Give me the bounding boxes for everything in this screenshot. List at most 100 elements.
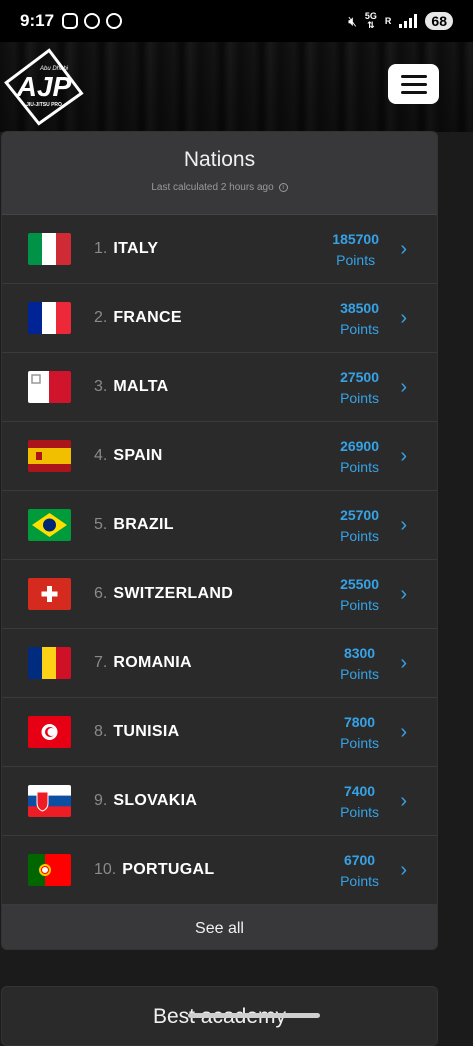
flag-spain-icon	[28, 440, 71, 472]
network-indicator: 5G ⇅	[364, 11, 377, 30]
points-label: Points	[340, 665, 379, 682]
site-header: AJP Abu Dhabi JIU-JITSU PRO	[0, 42, 473, 132]
nation-rank: 4.	[94, 447, 108, 464]
points-value: 8300	[343, 644, 376, 661]
nation-row[interactable]: 10. PORTUGAL 6700 Points ›	[2, 836, 437, 905]
points-label: Points	[340, 389, 379, 406]
nation-name: TUNISIA	[113, 723, 180, 740]
points-value: 25700	[340, 506, 379, 523]
chevron-right-icon[interactable]: ›	[400, 307, 407, 330]
nation-rank: 9.	[94, 792, 108, 809]
points-label: Points	[340, 596, 379, 613]
chevron-right-icon[interactable]: ›	[400, 376, 407, 399]
nation-points: 25500 Points	[340, 576, 379, 613]
nation-row[interactable]: 1. ITALY 185700 Points ›	[2, 215, 437, 284]
nation-name: ROMANIA	[113, 654, 192, 671]
chevron-right-icon[interactable]: ›	[400, 721, 407, 744]
chevron-right-icon[interactable]: ›	[400, 445, 407, 468]
nation-name: SPAIN	[113, 447, 163, 464]
nation-rank: 1.	[94, 240, 108, 257]
home-indicator[interactable]	[188, 1013, 320, 1018]
nation-points: 26900 Points	[340, 438, 379, 475]
nation-rank: 3.	[94, 378, 108, 395]
nation-row[interactable]: 4. SPAIN 26900 Points ›	[2, 422, 437, 491]
status-bar: 9:17 🔇︎ 5G ⇅ R 68	[0, 0, 473, 42]
points-value: 25500	[340, 575, 379, 592]
nation-name: ITALY	[113, 240, 159, 257]
chevron-right-icon[interactable]: ›	[400, 790, 407, 813]
flag-tunisia-icon	[28, 716, 71, 748]
nation-points: 27500 Points	[340, 369, 379, 406]
points-value: 38500	[340, 299, 379, 316]
nations-subtitle: Last calculated 2 hours ago i	[2, 182, 437, 193]
nation-row[interactable]: 8. TUNISIA 7800 Points ›	[2, 698, 437, 767]
messenger-icon	[84, 13, 101, 29]
flag-france-icon	[28, 302, 71, 334]
nation-row[interactable]: 7. ROMANIA 8300 Points ›	[2, 629, 437, 698]
nation-rank: 6.	[94, 585, 108, 602]
points-value: 27500	[340, 368, 379, 385]
nation-rank: 2.	[94, 309, 108, 326]
points-label: Points	[340, 458, 379, 475]
nation-points: 38500 Points	[340, 300, 379, 337]
logo-script: Abu Dhabi	[39, 66, 69, 72]
logo-sub: JIU-JITSU PRO	[26, 102, 62, 108]
nation-rank: 8.	[94, 723, 108, 740]
points-value: 26900	[340, 437, 379, 454]
nation-rank: 7.	[94, 654, 108, 671]
whatsapp-icon	[106, 13, 123, 29]
chevron-right-icon[interactable]: ›	[400, 583, 407, 606]
points-label: Points	[340, 320, 379, 337]
nation-points: 6700 Points	[340, 852, 379, 889]
signal-icon	[399, 14, 418, 28]
points-value: 7400	[343, 782, 376, 799]
nations-title: Nations	[183, 148, 256, 171]
points-label: Points	[336, 251, 376, 268]
nation-points: 25700 Points	[340, 507, 379, 544]
nation-row[interactable]: 6. SWITZERLAND 25500 Points ›	[2, 560, 437, 629]
points-value: 185700	[332, 230, 379, 247]
nation-row[interactable]: 2. FRANCE 38500 Points ›	[2, 284, 437, 353]
flag-italy-icon	[28, 233, 71, 265]
chevron-right-icon[interactable]: ›	[400, 238, 407, 261]
see-all-button[interactable]: See all	[2, 905, 437, 949]
flag-brazil-icon	[28, 509, 71, 541]
nation-row[interactable]: 5. BRAZIL 25700 Points ›	[2, 491, 437, 560]
flag-switzerland-icon	[28, 578, 71, 610]
instagram-icon	[62, 13, 79, 29]
chevron-right-icon[interactable]: ›	[400, 859, 407, 882]
ajp-logo[interactable]: AJP Abu Dhabi JIU-JITSU PRO	[4, 48, 84, 126]
nation-rank: 10.	[94, 861, 117, 878]
nation-name: MALTA	[113, 378, 169, 395]
nation-name: SWITZERLAND	[113, 585, 234, 602]
logo-letters: AJP	[16, 71, 72, 102]
nation-rank: 5.	[94, 516, 108, 533]
chevron-right-icon[interactable]: ›	[400, 514, 407, 537]
roaming-indicator: R	[384, 15, 392, 26]
nation-points: 7800 Points	[340, 714, 379, 751]
points-label: Points	[340, 803, 379, 820]
nation-name: BRAZIL	[113, 516, 174, 533]
flag-romania-icon	[28, 647, 71, 679]
menu-button[interactable]	[388, 64, 439, 104]
points-label: Points	[340, 872, 379, 889]
nation-row[interactable]: 3. MALTA 27500 Points ›	[2, 353, 437, 422]
nations-list: 1. ITALY 185700 Points › 2. FRANCE 38500 Points ›…	[2, 215, 437, 905]
nation-name: SLOVAKIA	[113, 792, 198, 809]
nation-row[interactable]: 9. SLOVAKIA 7400 Points ›	[2, 767, 437, 836]
nation-name: FRANCE	[113, 309, 182, 326]
flag-portugal-icon	[28, 854, 71, 886]
points-label: Points	[340, 527, 379, 544]
points-label: Points	[340, 734, 379, 751]
best-academy-title: Best academy	[152, 1005, 286, 1028]
flag-slovakia-icon	[28, 785, 71, 817]
nation-points: 185700 Points	[332, 231, 379, 268]
status-time: 9:17	[20, 11, 55, 30]
points-value: 6700	[343, 851, 376, 868]
nations-card-header: Nations Last calculated 2 hours ago i	[2, 132, 437, 215]
points-value: 7800	[343, 713, 376, 730]
chevron-right-icon[interactable]: ›	[400, 652, 407, 675]
info-icon[interactable]: i	[278, 182, 288, 192]
nation-points: 8300 Points	[340, 645, 379, 682]
hamburger-icon	[400, 74, 427, 78]
